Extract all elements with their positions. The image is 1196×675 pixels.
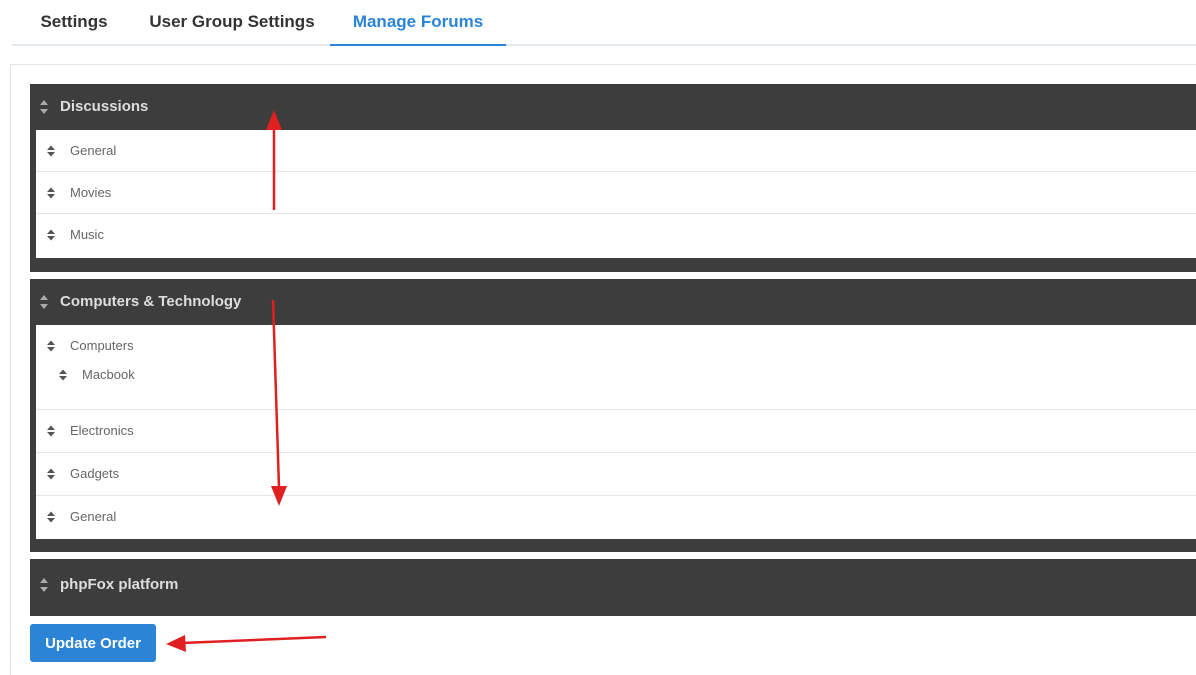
category-title: Discussions — [60, 98, 149, 115]
subforum-label: Macbook — [82, 367, 135, 382]
tab-settings[interactable]: Settings — [24, 0, 124, 44]
category-header[interactable]: phpFox platform — [30, 559, 1196, 611]
category-computers-technology[interactable]: Computers & Technology Computers Macbook… — [30, 279, 1196, 552]
sort-icon[interactable] — [46, 468, 56, 480]
sort-icon[interactable] — [46, 340, 56, 352]
sort-icon[interactable] — [38, 84, 50, 130]
sort-icon[interactable] — [46, 511, 56, 523]
sort-icon[interactable] — [46, 145, 56, 157]
forum-item-general[interactable]: General — [36, 130, 1196, 172]
forum-label: Movies — [70, 185, 112, 200]
forum-label: Music — [70, 227, 104, 242]
category-title: Computers & Technology — [60, 293, 242, 310]
category-phpfox-platform[interactable]: phpFox platform — [30, 559, 1196, 616]
forum-item-movies[interactable]: Movies — [36, 172, 1196, 214]
forum-item-music[interactable]: Music — [36, 214, 1196, 256]
category-header[interactable]: Computers & Technology — [30, 279, 1196, 325]
sort-icon[interactable] — [58, 369, 68, 381]
sort-icon[interactable] — [46, 425, 56, 437]
forum-label: Gadgets — [70, 466, 120, 481]
category-header[interactable]: Discussions — [30, 84, 1196, 130]
tab-manage-forums[interactable]: Manage Forums — [330, 0, 506, 46]
sort-icon[interactable] — [46, 187, 56, 199]
sort-icon[interactable] — [46, 229, 56, 241]
forum-label: General — [70, 509, 117, 524]
forum-list: General Movies Music — [36, 130, 1196, 258]
forum-label: General — [70, 143, 117, 158]
forum-item-electronics[interactable]: Electronics — [36, 410, 1196, 453]
category-discussions[interactable]: Discussions General Movies Music — [30, 84, 1196, 272]
forum-list: Computers Macbook Electronics Gadgets Ge… — [36, 325, 1196, 539]
forum-label: Computers — [70, 338, 134, 353]
update-order-button[interactable]: Update Order — [30, 624, 156, 662]
tab-bar: Settings User Group Settings Manage Foru… — [12, 0, 1196, 46]
sort-icon[interactable] — [38, 279, 50, 325]
sort-icon[interactable] — [38, 559, 50, 605]
tab-user-group-settings[interactable]: User Group Settings — [137, 0, 327, 44]
forum-item-computers[interactable]: Computers Macbook — [36, 325, 1196, 410]
forum-item-general[interactable]: General — [36, 496, 1196, 539]
forum-item-gadgets[interactable]: Gadgets — [36, 453, 1196, 496]
forum-label: Electronics — [70, 423, 134, 438]
category-title: phpFox platform — [60, 576, 179, 593]
